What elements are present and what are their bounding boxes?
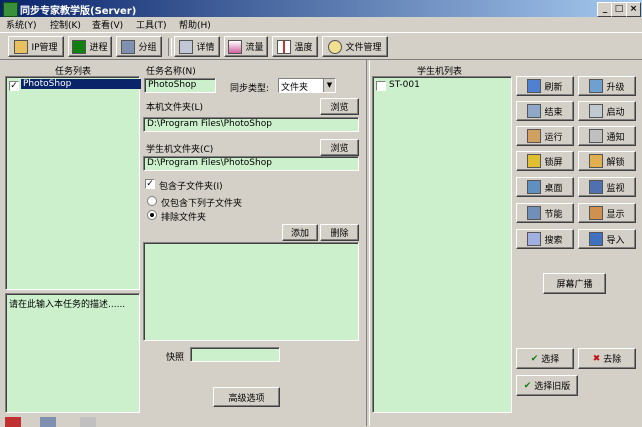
end-icon	[527, 104, 542, 118]
maximize-icon[interactable]: □	[611, 2, 627, 17]
refresh-icon	[527, 79, 542, 93]
start-button[interactable]: 启动	[578, 101, 636, 121]
refresh-button[interactable]: 刷新	[516, 76, 574, 96]
import-icon	[589, 232, 604, 246]
only-sub-radio[interactable]	[147, 196, 157, 206]
close-icon[interactable]: ×	[626, 2, 641, 17]
process-button[interactable]: 进程	[68, 36, 112, 57]
add-folder-button[interactable]: 添加	[282, 224, 318, 241]
menu-tools[interactable]: 工具(T)	[136, 18, 167, 31]
toolbar: IP管理 进程 分组 详情 流量 温度 文件管理	[0, 32, 642, 60]
task-name-input[interactable]: PhotoShop	[144, 78, 216, 93]
menu-help[interactable]: 帮助(H)	[179, 18, 211, 31]
student-checkbox[interactable]	[376, 81, 386, 91]
include-sub-checkbox[interactable]: ✓	[145, 179, 155, 189]
browse-student-button[interactable]: 浏览	[320, 139, 359, 156]
notify-button[interactable]: 通知	[578, 126, 636, 146]
select-old-button[interactable]: ✔ 选择旧版	[516, 375, 578, 396]
only-sub-label: 仅包含下列子文件夹	[161, 199, 243, 209]
advanced-button[interactable]: 高级选项	[213, 387, 280, 407]
traffic-button[interactable]: 流量	[224, 36, 268, 57]
exclude-radio[interactable]	[147, 210, 157, 220]
menu-system[interactable]: 系统(Y)	[6, 18, 37, 31]
delete-folder-button[interactable]: 删除	[320, 224, 359, 241]
thermometer-icon	[277, 39, 292, 54]
student-folder-label: 学生机文件夹(C)	[146, 145, 214, 155]
sync-type-label: 同步类型:	[230, 84, 270, 94]
display-button[interactable]: 显示	[578, 203, 636, 223]
include-sub-label: 包含子文件夹(I)	[159, 182, 223, 192]
display-icon	[589, 206, 604, 220]
window-title: 同步专家教学版(Server)	[20, 6, 137, 17]
check-icon: ✔	[530, 353, 539, 364]
snapshot-input[interactable]	[190, 347, 280, 362]
menu-control[interactable]: 控制(K)	[50, 18, 81, 31]
toolbar-separator	[168, 38, 172, 56]
monitor-button[interactable]: 监视	[578, 177, 636, 197]
task-item[interactable]: PhotoShop	[21, 79, 141, 89]
local-folder-label: 本机文件夹(L)	[146, 103, 204, 113]
student-item[interactable]: ST-001	[389, 80, 420, 90]
group-icon	[121, 39, 136, 54]
chevron-down-icon: ▼	[323, 79, 335, 92]
panel-divider	[366, 60, 370, 426]
desktop-icon	[527, 180, 542, 194]
screen-broadcast-button[interactable]: 屏幕广播	[543, 273, 606, 294]
end-button[interactable]: 结束	[516, 101, 574, 121]
check-icon: ✔	[523, 380, 532, 391]
monitor-icon	[589, 180, 604, 194]
lock-screen-button[interactable]: 锁屏	[516, 151, 574, 171]
task-name-label: 任务名称(N)	[146, 67, 196, 77]
process-icon	[72, 39, 87, 54]
x-icon: ✖	[592, 353, 601, 364]
ip-icon	[14, 39, 29, 54]
speaker-icon	[589, 129, 604, 143]
upgrade-icon	[589, 79, 604, 93]
traffic-icon	[228, 39, 243, 54]
student-list[interactable]: ST-001	[372, 76, 512, 413]
temperature-button[interactable]: 温度	[272, 36, 318, 57]
group-button[interactable]: 分组	[116, 36, 162, 57]
run-button[interactable]: 运行	[516, 126, 574, 146]
task-description-text: 请在此输入本任务的描述......	[9, 300, 126, 310]
sync-type-select[interactable]: 文件夹 ▼	[278, 78, 336, 93]
star-icon	[328, 39, 343, 54]
remove-button[interactable]: ✖ 去除	[578, 348, 636, 369]
task-list[interactable]: ✓ PhotoShop	[5, 76, 141, 290]
task-checkbox[interactable]: ✓	[9, 81, 19, 91]
exclude-label: 排除文件夹	[161, 213, 207, 223]
start-icon	[589, 104, 604, 118]
ip-manage-button[interactable]: IP管理	[8, 36, 64, 57]
app-icon	[3, 2, 18, 17]
run-icon	[527, 129, 542, 143]
snapshot-label: 快照	[166, 353, 185, 363]
power-save-button[interactable]: 节能	[516, 203, 574, 223]
menu-view[interactable]: 查看(V)	[92, 18, 123, 31]
task-description[interactable]: 请在此输入本任务的描述......	[5, 293, 140, 413]
lock-icon	[527, 154, 542, 168]
unlock-icon	[589, 154, 604, 168]
desktop-button[interactable]: 桌面	[516, 177, 574, 197]
search-icon	[527, 232, 542, 246]
detail-icon	[179, 39, 194, 54]
local-folder-input[interactable]: D:\Program Files\PhotoShop	[143, 117, 359, 132]
search-button[interactable]: 搜索	[516, 229, 574, 249]
student-folder-input[interactable]: D:\Program Files\PhotoShop	[143, 156, 359, 171]
import-button[interactable]: 导入	[578, 229, 636, 249]
menu-bar: 系统(Y) 控制(K) 查看(V) 工具(T) 帮助(H)	[0, 17, 642, 31]
file-manage-button[interactable]: 文件管理	[322, 36, 388, 57]
select-button[interactable]: ✔ 选择	[516, 348, 574, 369]
upgrade-button[interactable]: 升级	[578, 76, 636, 96]
folder-list[interactable]	[143, 242, 359, 341]
unlock-button[interactable]: 解锁	[578, 151, 636, 171]
detail-button[interactable]: 详情	[174, 36, 220, 57]
power-icon	[527, 206, 542, 220]
browse-local-button[interactable]: 浏览	[320, 98, 359, 115]
